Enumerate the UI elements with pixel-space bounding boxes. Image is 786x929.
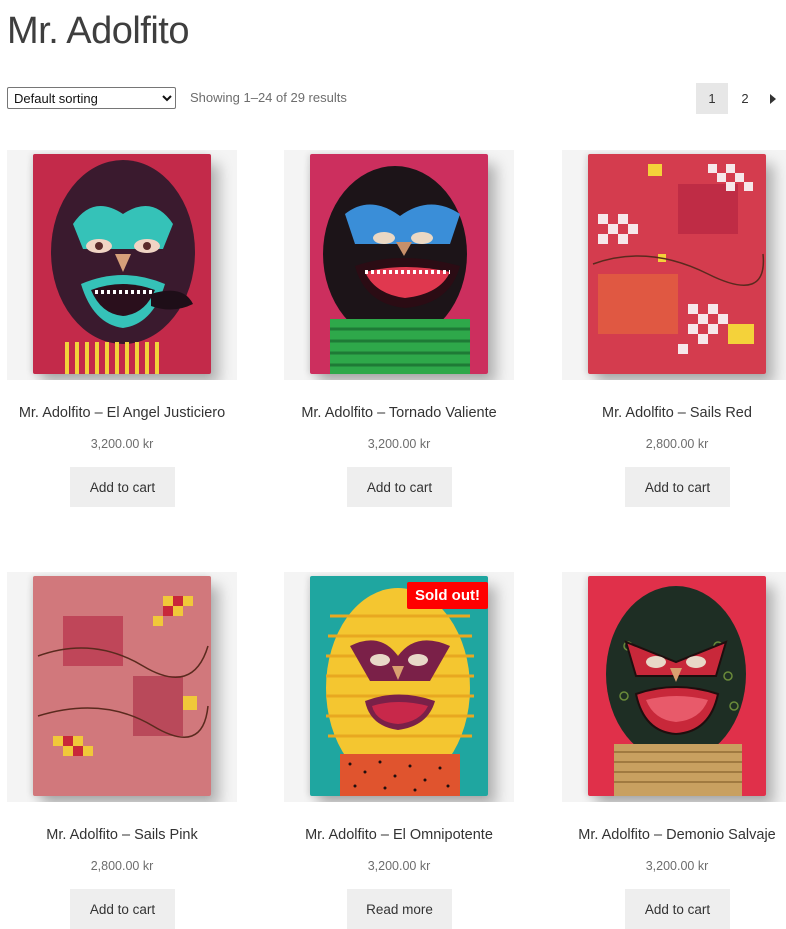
result-count: Showing 1–24 of 29 results xyxy=(190,90,347,105)
artwork-abstract-painting xyxy=(33,576,211,796)
artwork-mask-painting xyxy=(310,576,488,796)
add-to-cart-button[interactable]: Add to cart xyxy=(70,467,175,507)
product-title[interactable]: Mr. Adolfito – Tornado Valiente xyxy=(264,405,534,421)
product-title[interactable]: Mr. Adolfito – El Angel Justiciero xyxy=(0,405,257,421)
product-price: 3,200.00 kr xyxy=(645,859,709,873)
product-price: 3,200.00 kr xyxy=(367,437,431,451)
sold-out-badge: Sold out! xyxy=(407,582,488,609)
page-2-button[interactable]: 2 xyxy=(729,83,761,114)
product-image[interactable] xyxy=(562,150,786,380)
product-image[interactable]: Sold out! xyxy=(284,572,514,802)
artwork-mask-painting xyxy=(310,154,488,374)
product-image[interactable] xyxy=(284,150,514,380)
artwork-mask-painting xyxy=(588,576,766,796)
read-more-button[interactable]: Read more xyxy=(347,889,452,929)
product-price: 3,200.00 kr xyxy=(90,437,154,451)
product-image[interactable] xyxy=(562,572,786,802)
product-price: 2,800.00 kr xyxy=(645,437,709,451)
product-title[interactable]: Mr. Adolfito – Sails Pink xyxy=(0,827,257,843)
page-title: Mr. Adolfito xyxy=(7,10,189,52)
product-price: 2,800.00 kr xyxy=(90,859,154,873)
product-title[interactable]: Mr. Adolfito – Demonio Salvaje xyxy=(542,827,786,843)
product-title[interactable]: Mr. Adolfito – Sails Red xyxy=(542,405,786,421)
artwork-mask-painting xyxy=(33,154,211,374)
product-image[interactable] xyxy=(7,572,237,802)
product-image[interactable] xyxy=(7,150,237,380)
add-to-cart-button[interactable]: Add to cart xyxy=(625,467,730,507)
artwork-abstract-painting xyxy=(588,154,766,374)
next-page-button[interactable] xyxy=(762,83,784,114)
add-to-cart-button[interactable]: Add to cart xyxy=(70,889,175,929)
sort-select[interactable]: Default sorting xyxy=(7,87,176,109)
page-1-button[interactable]: 1 xyxy=(696,83,728,114)
add-to-cart-button[interactable]: Add to cart xyxy=(625,889,730,929)
arrow-right-icon xyxy=(770,93,776,104)
pagination: 1 2 xyxy=(696,83,784,114)
product-title[interactable]: Mr. Adolfito – El Omnipotente xyxy=(264,827,534,843)
product-price: 3,200.00 kr xyxy=(367,859,431,873)
add-to-cart-button[interactable]: Add to cart xyxy=(347,467,452,507)
